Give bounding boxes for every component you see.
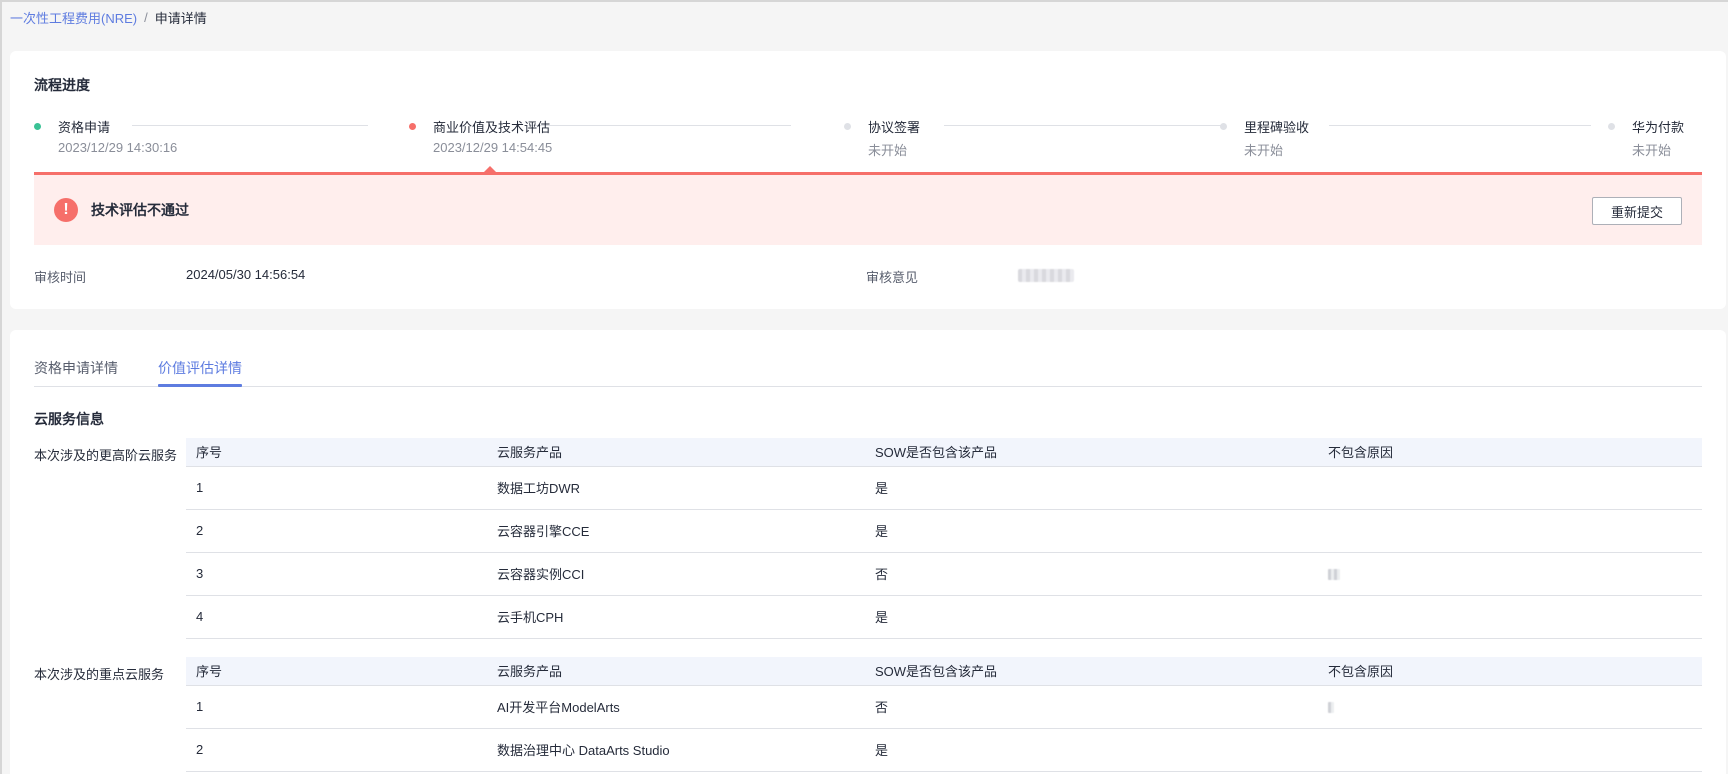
reason-redacted [1328, 569, 1340, 581]
active-tab-indicator [158, 384, 242, 387]
cell-reason [1318, 595, 1702, 639]
cloud-service-section-title: 云服务信息 [34, 411, 104, 427]
step-status-dot [1608, 122, 1615, 130]
step-connector [529, 125, 791, 126]
step-time: 2023/12/29 14:30:16 [58, 140, 178, 155]
step-connector [944, 125, 1222, 126]
progress-card: 流程进度 资格申请 2023/12/29 14:30:16 商业价值及技术评估 … [10, 51, 1726, 309]
step-status-dot [409, 122, 416, 130]
cell-no: 1 [186, 685, 487, 729]
table-row: 3 云容器实例CCI 否 [186, 552, 1702, 596]
cell-reason [1318, 466, 1702, 510]
column-header-exclude-reason: 不包含原因 [1318, 657, 1702, 686]
breadcrumb-separator: / [144, 10, 148, 25]
cell-reason [1318, 552, 1702, 596]
cell-product: 云容器实例CCI [487, 552, 865, 596]
tab-value-evaluation-detail[interactable]: 价值评估详情 [158, 358, 242, 378]
cell-included: 否 [865, 685, 1318, 729]
cell-product: 数据治理中心 DataArts Studio [487, 728, 865, 772]
column-header-exclude-reason: 不包含原因 [1318, 438, 1702, 467]
step-name: 商业价值及技术评估 [433, 119, 551, 135]
key-services-table: 序号 云服务产品 SOW是否包含该产品 不包含原因 1 AI开发平台ModelA… [186, 657, 1702, 772]
review-time-value: 2024/05/30 14:56:54 [186, 267, 306, 282]
review-time-label: 审核时间 [34, 270, 87, 285]
detail-card: 资格申请详情 价值评估详情 云服务信息 本次涉及的更高阶云服务 序号 云服务产品… [10, 330, 1726, 774]
table-row: 1 AI开发平台ModelArts 否 [186, 685, 1702, 729]
detail-tabs: 资格申请详情 价值评估详情 [34, 350, 1702, 387]
step-connector [1329, 125, 1591, 126]
cell-included: 是 [865, 728, 1318, 772]
step-status-dot [844, 122, 851, 130]
table-header-row: 序号 云服务产品 SOW是否包含该产品 不包含原因 [186, 438, 1702, 467]
resubmit-button[interactable]: 重新提交 [1592, 197, 1682, 225]
step-name: 协议签署 [868, 119, 921, 135]
cell-reason [1318, 509, 1702, 553]
cell-no: 3 [186, 552, 487, 596]
cell-product: 数据工坊DWR [487, 466, 865, 510]
column-header-sow-included: SOW是否包含该产品 [865, 657, 1318, 686]
group-label-advanced-services: 本次涉及的更高阶云服务 [34, 448, 178, 463]
tab-qualification-detail[interactable]: 资格申请详情 [34, 358, 118, 378]
step-status-dot [1220, 122, 1227, 130]
step-time: 未开始 [868, 143, 908, 158]
cell-product: 云手机CPH [487, 595, 865, 639]
breadcrumb-current: 申请详情 [154, 11, 207, 26]
column-header-no: 序号 [186, 438, 487, 467]
group-label-key-services: 本次涉及的重点云服务 [34, 667, 165, 682]
step-status-dot [34, 122, 41, 130]
cell-included: 是 [865, 466, 1318, 510]
breadcrumb: 一次性工程费用(NRE) / 申请详情 [10, 8, 207, 27]
cell-no: 1 [186, 466, 487, 510]
progress-title: 流程进度 [34, 77, 90, 93]
table-row: 4 云手机CPH 是 [186, 595, 1702, 639]
reason-redacted [1328, 702, 1334, 714]
cell-included: 否 [865, 552, 1318, 596]
cell-included: 是 [865, 595, 1318, 639]
cell-included: 是 [865, 509, 1318, 553]
step-name: 里程碑验收 [1244, 119, 1310, 135]
exclamation-icon: ! [54, 198, 78, 222]
advanced-services-table: 序号 云服务产品 SOW是否包含该产品 不包含原因 1 数据工坊DWR 是 2 … [186, 438, 1702, 639]
column-header-sow-included: SOW是否包含该产品 [865, 438, 1318, 467]
alert-message: 技术评估不通过 [91, 202, 189, 218]
cell-reason [1318, 685, 1702, 729]
cell-no: 2 [186, 509, 487, 553]
cell-product: 云容器引擎CCE [487, 509, 865, 553]
cell-product: AI开发平台ModelArts [487, 685, 865, 729]
step-milestone: 里程碑验收 未开始 [1220, 116, 1309, 159]
table-header-row: 序号 云服务产品 SOW是否包含该产品 不包含原因 [186, 657, 1702, 686]
step-time: 未开始 [1632, 143, 1672, 158]
step-qualification: 资格申请 2023/12/29 14:30:16 [34, 116, 177, 155]
step-name: 资格申请 [58, 119, 111, 135]
column-header-product: 云服务产品 [487, 438, 865, 467]
column-header-no: 序号 [186, 657, 487, 686]
review-comment-label: 审核意见 [866, 270, 919, 285]
review-comment-redacted [1018, 269, 1074, 282]
table-row: 1 数据工坊DWR 是 [186, 466, 1702, 510]
step-business-tech-eval: 商业价值及技术评估 2023/12/29 14:54:45 [409, 116, 552, 155]
breadcrumb-link-nre[interactable]: 一次性工程费用(NRE) [10, 8, 137, 27]
step-time: 2023/12/29 14:54:45 [433, 140, 553, 155]
step-name: 华为付款 [1632, 119, 1685, 135]
table-row: 2 云容器引擎CCE 是 [186, 509, 1702, 553]
cell-reason [1318, 728, 1702, 772]
step-time: 未开始 [1244, 143, 1284, 158]
cell-no: 4 [186, 595, 487, 639]
column-header-product: 云服务产品 [487, 657, 865, 686]
table-row: 2 数据治理中心 DataArts Studio 是 [186, 728, 1702, 772]
process-steps: 资格申请 2023/12/29 14:30:16 商业价值及技术评估 2023/… [34, 116, 1702, 166]
evaluation-failed-alert: ! 技术评估不通过 重新提交 [34, 175, 1702, 245]
cell-no: 2 [186, 728, 487, 772]
step-agreement: 协议签署 未开始 [844, 116, 920, 159]
step-payment: 华为付款 未开始 [1608, 116, 1684, 159]
